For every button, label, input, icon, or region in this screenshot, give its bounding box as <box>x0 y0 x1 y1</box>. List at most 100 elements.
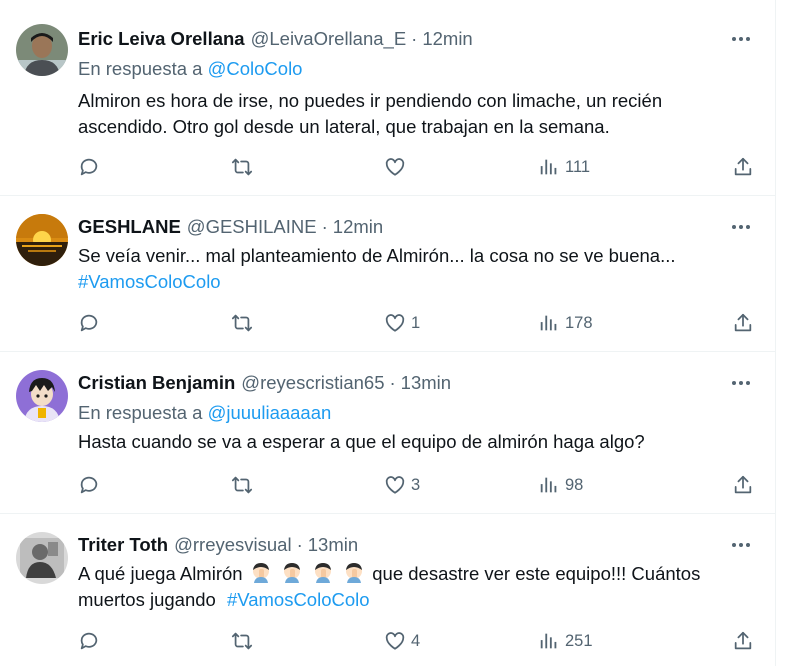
author-handle[interactable]: @GESHILAINE <box>187 216 317 238</box>
tweet-header: Eric Leiva Orellana @LeivaOrellana_E · 1… <box>78 26 473 52</box>
views-icon <box>540 633 557 649</box>
reply-icon <box>80 158 98 176</box>
tweet-text-line: ascendido. Otro gol desde un lateral, qu… <box>78 116 610 137</box>
retweet-icon <box>231 314 253 332</box>
share-button[interactable] <box>732 624 754 658</box>
avatar[interactable] <box>16 24 68 76</box>
more-icon <box>732 381 750 385</box>
retweet-icon <box>231 476 253 494</box>
timestamp[interactable]: 13min <box>308 534 358 556</box>
retweet-button[interactable] <box>230 468 254 502</box>
more-button[interactable] <box>724 532 758 558</box>
retweet-button[interactable] <box>230 150 254 184</box>
more-icon <box>732 225 750 229</box>
like-button[interactable]: 4 <box>384 624 420 658</box>
share-icon <box>734 475 752 494</box>
more-button[interactable] <box>724 26 758 52</box>
avatar[interactable] <box>16 532 68 584</box>
tweet-text-part: A qué juega Almirón <box>78 563 243 584</box>
share-button[interactable] <box>732 468 754 502</box>
separator: · <box>411 28 418 49</box>
reply-prefix: En respuesta a <box>78 58 203 79</box>
tweet[interactable]: Cristian Benjamin @reyescristian65 · 13m… <box>0 352 776 514</box>
views-button[interactable]: 111 <box>538 150 590 184</box>
separator: · <box>389 372 396 393</box>
author-handle[interactable]: @rreyesvisual <box>174 534 291 556</box>
more-button[interactable] <box>724 370 758 396</box>
retweet-button[interactable] <box>230 624 254 658</box>
share-button[interactable] <box>732 150 754 184</box>
reply-button[interactable] <box>78 150 100 184</box>
tweet-text-part: que desastre ver este equipo!!! Cuántos <box>372 563 701 584</box>
heart-icon <box>385 158 405 176</box>
author-name[interactable]: Triter Toth <box>78 534 168 556</box>
reply-button[interactable] <box>78 624 100 658</box>
action-bar: 1 178 <box>66 306 766 340</box>
views-icon <box>540 315 557 331</box>
reply-icon <box>80 476 98 494</box>
tweet-text: Se veía venir... mal planteamiento de Al… <box>78 243 758 295</box>
reply-to-link[interactable]: @ColoColo <box>208 58 303 79</box>
like-button[interactable]: 1 <box>384 306 420 340</box>
action-bar: 3 98 <box>66 468 766 502</box>
author-name[interactable]: Cristian Benjamin <box>78 372 235 394</box>
author-handle[interactable]: @LeivaOrellana_E <box>251 28 407 50</box>
share-icon <box>734 313 752 332</box>
tweet-header: Cristian Benjamin @reyescristian65 · 13m… <box>78 370 451 396</box>
like-button[interactable] <box>384 150 411 184</box>
reply-prefix: En respuesta a <box>78 402 203 423</box>
views-icon <box>540 159 557 175</box>
like-count: 3 <box>411 475 421 494</box>
tweet-text-part: muertos jugando <box>78 589 216 610</box>
tweet[interactable]: Eric Leiva Orellana @LeivaOrellana_E · 1… <box>0 0 776 196</box>
views-count: 178 <box>565 313 593 332</box>
tweet-header: Triter Toth @rreyesvisual · 13min <box>78 532 358 558</box>
facepalm-emoji-icon <box>252 563 269 583</box>
retweet-button[interactable] <box>230 306 254 340</box>
retweet-icon <box>231 158 253 176</box>
tweet[interactable]: GESHLANE @GESHILAINE · 12min Se veía ven… <box>0 196 776 352</box>
separator: · <box>296 534 303 555</box>
tweet-header: GESHLANE @GESHILAINE · 12min <box>78 214 383 240</box>
avatar[interactable] <box>16 214 68 266</box>
timestamp[interactable]: 12min <box>333 216 383 238</box>
author-name[interactable]: GESHLANE <box>78 216 181 238</box>
heart-icon <box>385 314 405 332</box>
share-button[interactable] <box>732 306 754 340</box>
author-name[interactable]: Eric Leiva Orellana <box>78 28 245 50</box>
hashtag-link[interactable]: #VamosColoColo <box>78 269 758 295</box>
reply-button[interactable] <box>78 306 100 340</box>
tweet[interactable]: Triter Toth @rreyesvisual · 13min A qué … <box>0 514 776 666</box>
heart-icon <box>385 632 405 650</box>
like-button[interactable]: 3 <box>384 468 420 502</box>
reply-button[interactable] <box>78 468 100 502</box>
avatar[interactable] <box>16 370 68 422</box>
tweet-text-line: Se veía venir... mal planteamiento de Al… <box>78 245 676 266</box>
views-button[interactable]: 251 <box>538 624 593 658</box>
reply-icon <box>80 314 98 332</box>
action-bar: 111 <box>66 150 766 184</box>
retweet-icon <box>231 632 253 650</box>
reply-to-link[interactable]: @juuuliaaaaan <box>208 402 332 423</box>
timestamp[interactable]: 13min <box>401 372 451 394</box>
tweet-text-line: Almiron es hora de irse, no puedes ir pe… <box>78 90 663 111</box>
views-count: 98 <box>565 475 584 494</box>
timestamp[interactable]: 12min <box>422 28 472 50</box>
reply-context: En respuesta a @ColoColo <box>78 58 302 80</box>
tweet-text: Hasta cuando se va a esperar a que el eq… <box>78 429 758 455</box>
more-button[interactable] <box>724 214 758 240</box>
like-count: 4 <box>411 631 421 650</box>
views-button[interactable]: 178 <box>538 306 593 340</box>
views-count: 251 <box>565 631 593 650</box>
reply-context: En respuesta a @juuuliaaaaan <box>78 402 331 424</box>
views-count: 111 <box>565 157 591 176</box>
more-icon <box>732 543 750 547</box>
reply-icon <box>80 632 98 650</box>
hashtag-link[interactable]: #VamosColoColo <box>227 589 370 610</box>
views-button[interactable]: 98 <box>538 468 583 502</box>
share-icon <box>734 157 752 176</box>
facepalm-emoji-icon <box>346 563 363 583</box>
author-handle[interactable]: @reyescristian65 <box>241 372 384 394</box>
like-count: 1 <box>411 313 421 332</box>
tweet-text: A qué juega Almirón que desastre ver est… <box>78 561 758 613</box>
